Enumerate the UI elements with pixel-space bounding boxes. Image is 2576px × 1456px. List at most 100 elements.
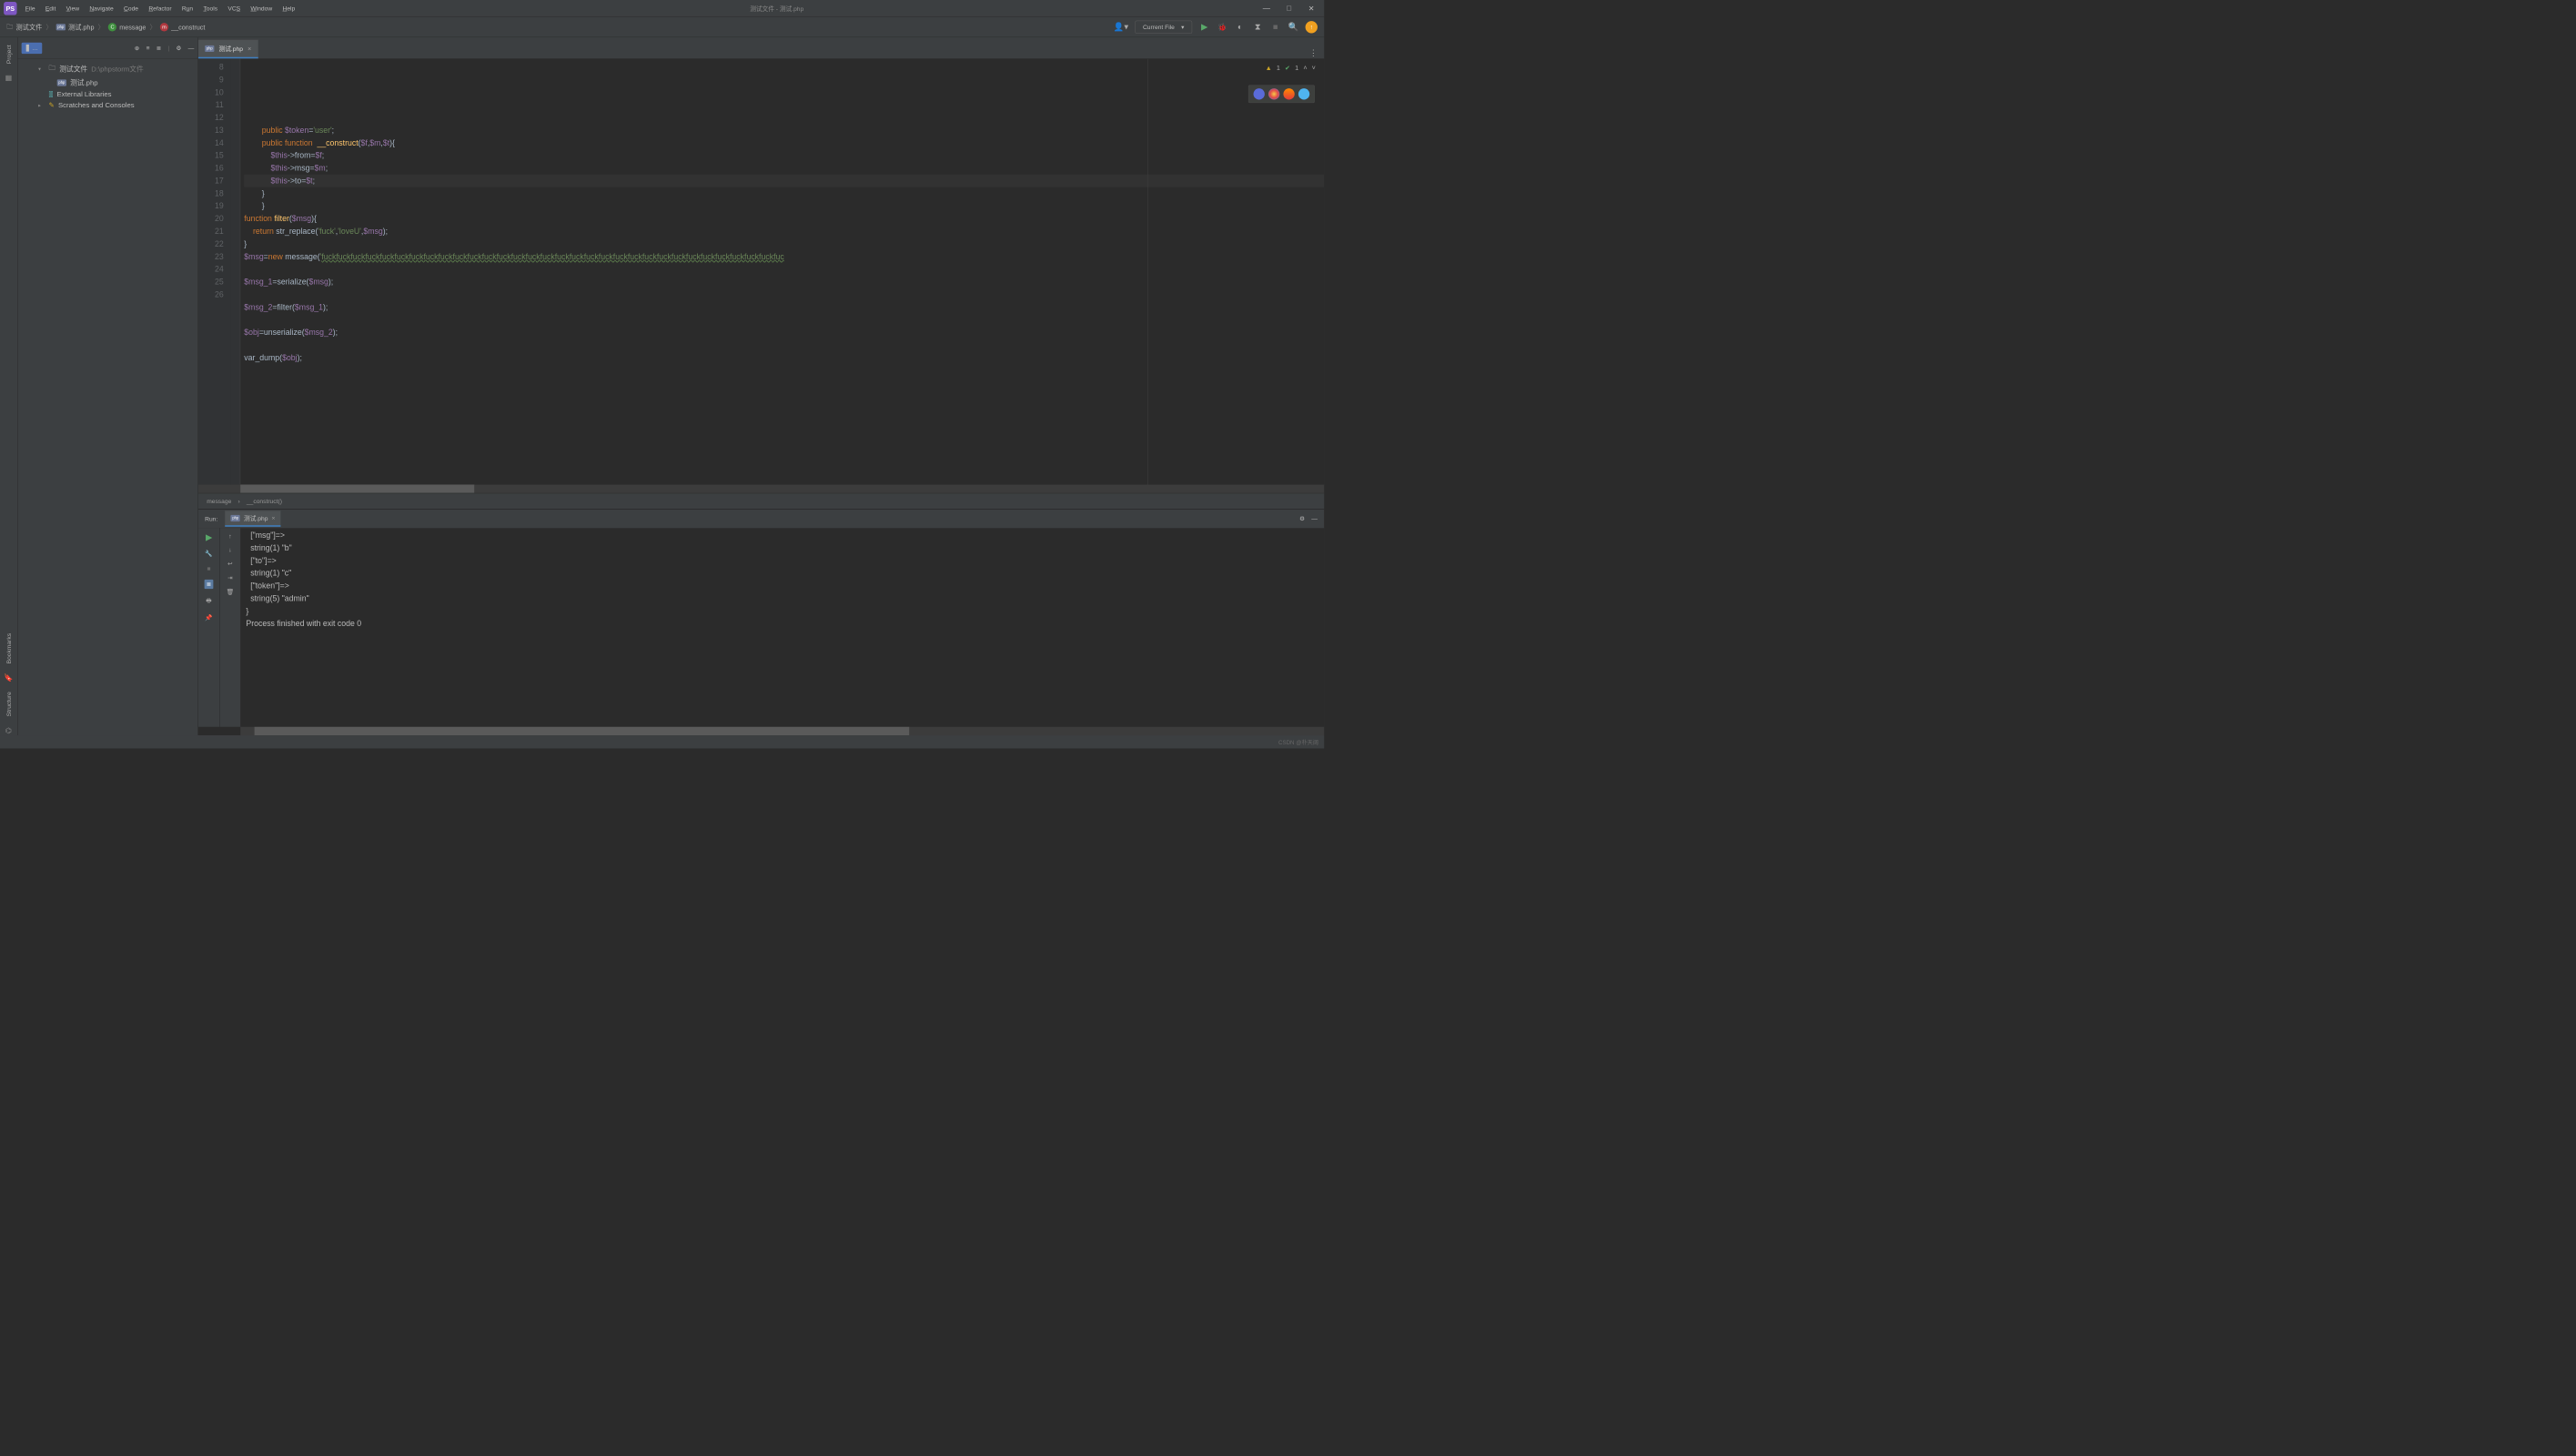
menu-code[interactable]: Code [119, 3, 143, 14]
browser-safari-icon[interactable] [1298, 88, 1309, 99]
folder-icon: 🗀 [6, 21, 13, 32]
php-file-icon: php [205, 46, 214, 52]
breadcrumb-item-project[interactable]: 🗀测试文件 [6, 21, 42, 32]
project-view-selector[interactable]: ▋ ... [22, 43, 43, 54]
menu-edit[interactable]: Edit [41, 3, 61, 14]
php-file-icon: php [57, 79, 66, 86]
up-icon[interactable]: ↑ [228, 532, 231, 540]
menu-tools[interactable]: Tools [198, 3, 222, 14]
project-tool-button[interactable]: Project [5, 42, 13, 66]
collapse-all-icon[interactable]: ≣ [157, 45, 162, 52]
browser-icons [1248, 86, 1315, 104]
more-icon[interactable]: ⋮ [1302, 48, 1324, 58]
chevron-down-icon: ▾ [1181, 23, 1184, 30]
menu-window[interactable]: Window [246, 3, 277, 14]
chevron-up-icon[interactable]: ˄ [1303, 62, 1307, 75]
chevron-down-icon[interactable]: ˅ [1312, 62, 1316, 75]
run-config-selector[interactable]: Current File ▾ [1135, 20, 1192, 33]
browser-chrome-icon[interactable] [1268, 88, 1279, 99]
debug-button[interactable]: 🐞 [1217, 21, 1227, 32]
menu-vcs[interactable]: VCS [223, 3, 245, 14]
search-icon[interactable]: 🔍 [1288, 21, 1298, 32]
menu-run[interactable]: Run [177, 3, 198, 14]
code-editor[interactable]: 891011121314151617181920212223242526 ▲1 … [198, 59, 1324, 485]
down-icon[interactable]: ↓ [228, 546, 231, 553]
editor-area: php 测试.php × ⋮ 8910111213141516171819202… [198, 37, 1324, 735]
crumb-method[interactable]: __construct() [247, 498, 282, 505]
editor-tab-label: 测试.php [219, 44, 243, 53]
structure-icon: ⌬ [5, 726, 12, 735]
expand-all-icon[interactable]: ≡ [146, 45, 150, 52]
line-gutter: 891011121314151617181920212223242526 [198, 59, 231, 485]
menu-view[interactable]: View [62, 3, 85, 14]
run-output-toolbar: ↑ ↓ ↩ ⇥ 🗑 [219, 528, 240, 726]
structure-tool-button[interactable]: Structure [5, 689, 13, 719]
run-hscrollbar[interactable] [240, 727, 1324, 735]
layout-icon[interactable]: ≣ [205, 580, 214, 589]
project-pane: ▋ ... ⊕ ≡ ≣ | ⚙ ― ▾ 🗀 测试文件 D:\phpstorm文件 [18, 37, 198, 735]
run-config-label: Current File [1143, 24, 1175, 31]
browser-firefox-icon[interactable] [1283, 88, 1294, 99]
project-tree: ▾ 🗀 测试文件 D:\phpstorm文件 php 测试.php ⫿⫿ Ext… [18, 59, 198, 114]
status-bar: CSDN @朴天阔 [0, 735, 1324, 748]
run-button[interactable]: ▶ [1198, 21, 1209, 32]
breadcrumb-item-class[interactable]: Cmessage [108, 23, 146, 31]
folder-icon: 🗀 [48, 63, 56, 75]
php-file-icon: php [56, 24, 66, 30]
editor-tabs: php 测试.php × ⋮ [198, 37, 1324, 59]
breadcrumb-item-method[interactable]: m__construct [160, 23, 206, 31]
editor-tab[interactable]: php 测试.php × [198, 40, 258, 59]
menu-help[interactable]: Help [278, 3, 299, 14]
close-icon[interactable]: × [247, 45, 251, 52]
gear-icon[interactable]: ⚙ [176, 45, 181, 52]
inspections-widget[interactable]: ▲1 ✔1 ˄ ˅ [1266, 62, 1316, 75]
hide-icon[interactable]: ― [188, 45, 195, 52]
title-bar: PS File Edit View Navigate Code Refactor… [0, 0, 1324, 17]
scratch-icon: ✎ [48, 101, 54, 109]
editor-hscrollbar[interactable] [198, 485, 1324, 493]
close-icon[interactable]: × [272, 514, 276, 521]
profile-button[interactable]: ⧗ [1252, 21, 1263, 32]
account-icon[interactable]: 👤▾ [1114, 22, 1128, 32]
clear-icon[interactable]: 🗑 [227, 588, 234, 595]
pin-icon[interactable]: 📌 [205, 614, 212, 622]
breadcrumb-item-file[interactable]: php测试.php [56, 22, 95, 31]
print-icon[interactable]: 🖶 [206, 596, 211, 606]
menu-file[interactable]: File [21, 3, 40, 14]
code-content[interactable]: ▲1 ✔1 ˄ ˅ public $token='user'; public f… [240, 59, 1324, 485]
left-tool-rail: Project ▦ Bookmarks 🔖 Structure ⌬ [0, 37, 18, 735]
scratches-and-consoles[interactable]: ▸ ✎ Scratches and Consoles [18, 99, 198, 110]
minimize-button[interactable]: ― [1261, 3, 1271, 13]
run-tool-window: Run: php 测试.php × ⚙ ― ▶ 🔧 ■ [198, 509, 1324, 735]
run-output[interactable]: ["msg"]=> string(1) "b" ["to"]=> string(… [240, 528, 1324, 726]
project-file[interactable]: php 测试.php [18, 76, 198, 89]
stop-button[interactable]: ■ [207, 565, 210, 572]
crumb-class[interactable]: message [207, 498, 231, 505]
menu-refactor[interactable]: Refactor [144, 3, 177, 14]
run-with-coverage-button[interactable]: ◐ [1234, 21, 1245, 32]
run-tab[interactable]: php 测试.php × [225, 511, 280, 526]
soft-wrap-icon[interactable]: ↩ [227, 560, 233, 567]
warning-icon: ▲ [1266, 62, 1272, 75]
scroll-to-end-icon[interactable]: ⇥ [227, 574, 233, 581]
class-icon: C [108, 23, 116, 31]
wrench-icon[interactable]: 🔧 [205, 550, 212, 557]
stop-button[interactable]: ■ [1270, 21, 1281, 32]
fold-gutter[interactable] [231, 59, 240, 485]
close-button[interactable]: ✕ [1307, 3, 1317, 13]
method-icon: m [160, 23, 168, 31]
avatar[interactable]: ↑ [1306, 21, 1318, 33]
breadcrumb: 🗀测试文件 〉 php测试.php 〉 Cmessage 〉 m__constr… [6, 21, 205, 32]
project-tool-icon: ▦ [5, 73, 13, 82]
run-vertical-toolbar: ▶ 🔧 ■ ≣ 🖶 📌 [198, 528, 219, 726]
browser-edge-icon[interactable] [1254, 88, 1265, 99]
project-root[interactable]: ▾ 🗀 测试文件 D:\phpstorm文件 [18, 62, 198, 76]
maximize-button[interactable]: □ [1284, 3, 1294, 13]
external-libraries[interactable]: ⫿⫿ External Libraries [18, 89, 198, 100]
rerun-button[interactable]: ▶ [206, 532, 212, 542]
locate-icon[interactable]: ⊕ [135, 45, 140, 52]
gear-icon[interactable]: ⚙ [1299, 515, 1305, 522]
bookmarks-tool-button[interactable]: Bookmarks [5, 631, 13, 667]
menu-navigate[interactable]: Navigate [85, 3, 118, 14]
hide-icon[interactable]: ― [1311, 515, 1318, 522]
